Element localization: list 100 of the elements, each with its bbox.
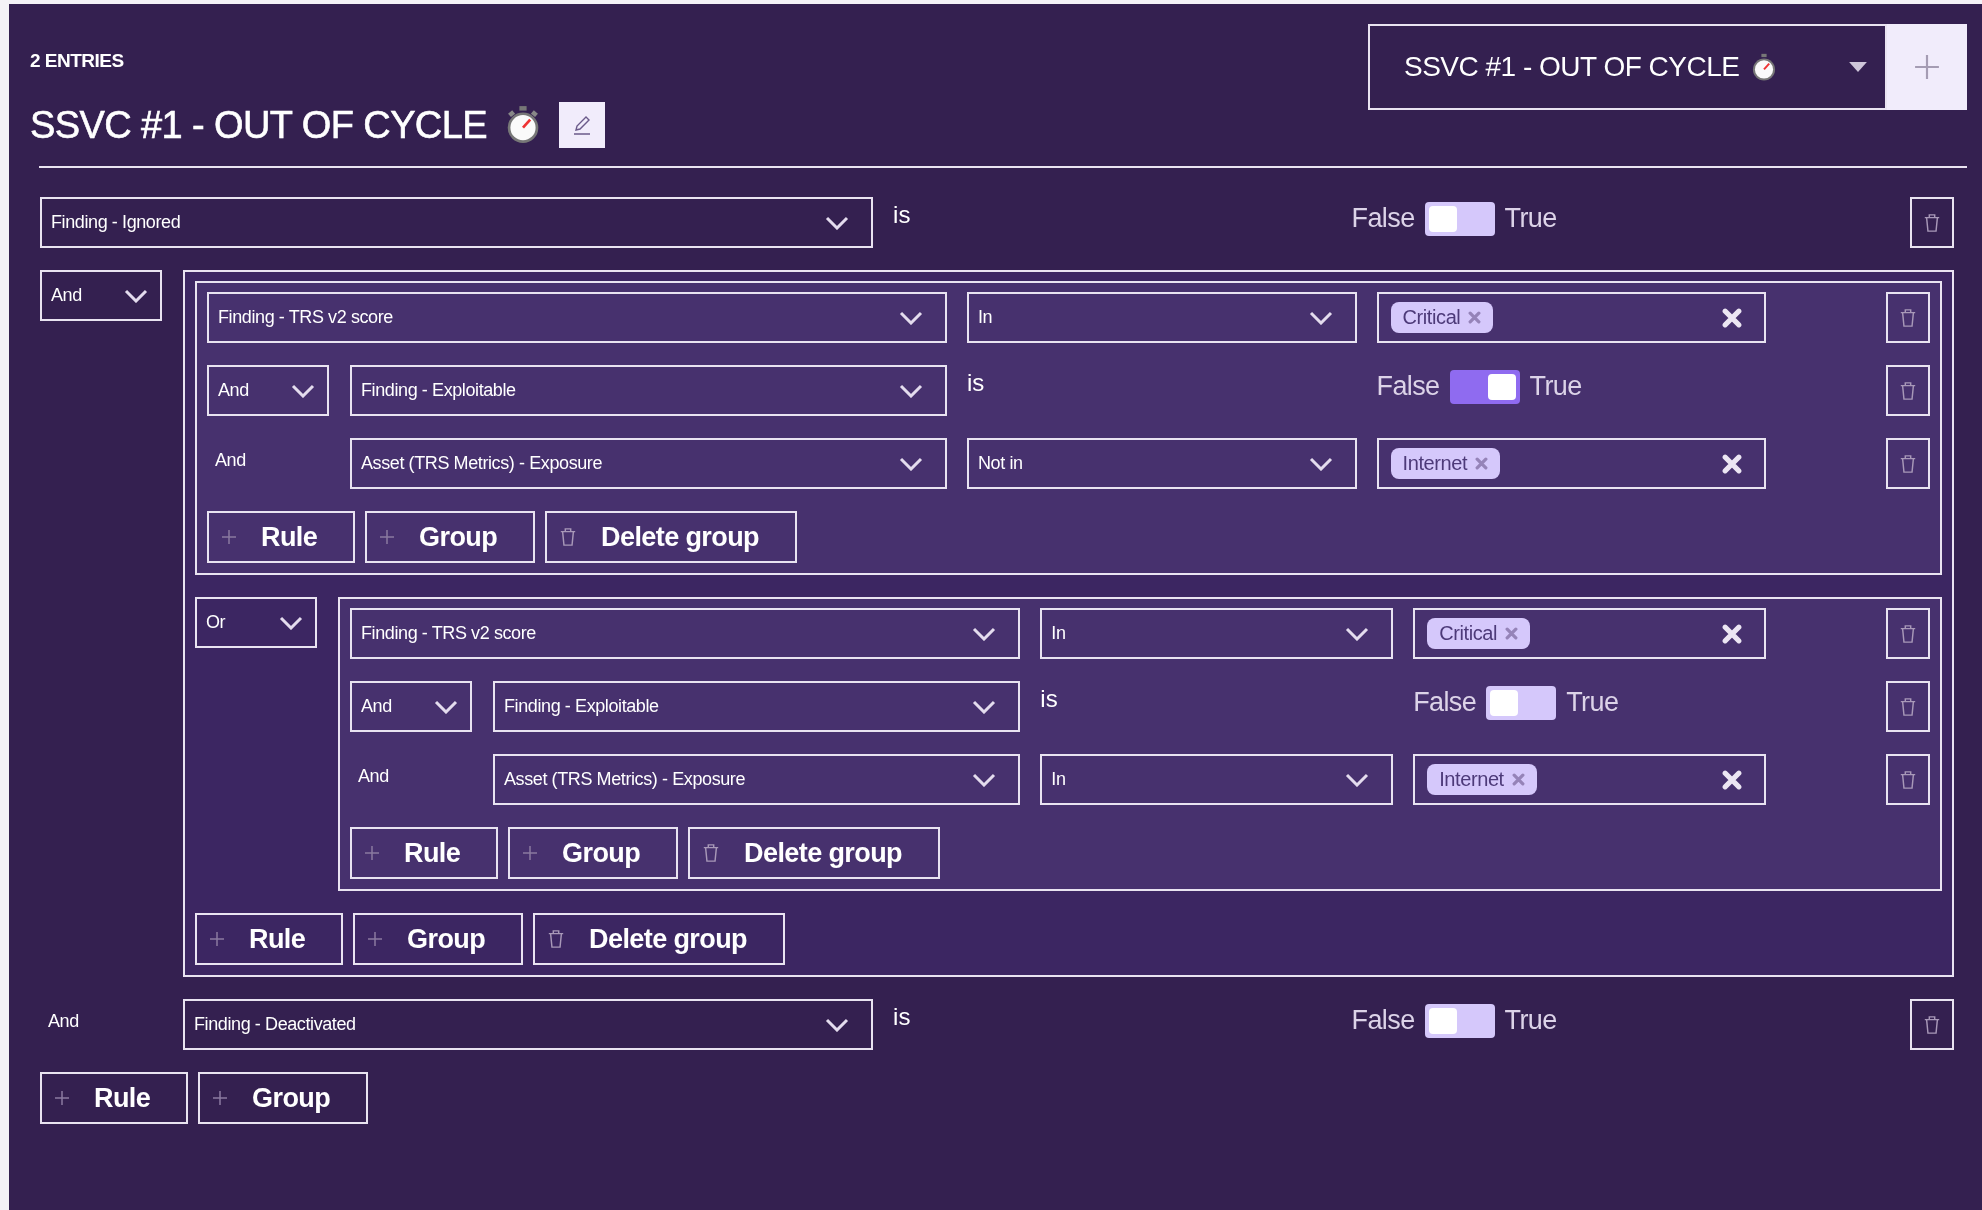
false-label: False (1351, 203, 1415, 234)
operator-label: is (1040, 685, 1058, 713)
value-select[interactable]: Critical (1376, 292, 1766, 343)
add-button[interactable]: Rule (350, 827, 499, 879)
field-select[interactable]: Asset (TRS Metrics) - Exposure (493, 754, 1021, 805)
add-button[interactable]: Rule (195, 913, 344, 965)
true-label: True (1504, 203, 1557, 234)
value-select[interactable]: Internet (1376, 438, 1766, 489)
clear-icon[interactable] (1721, 769, 1742, 790)
trash-icon (1923, 1014, 1941, 1035)
operator-select[interactable]: In (1040, 754, 1394, 805)
chevron-icon (825, 1017, 850, 1032)
operator-select[interactable]: Not in (967, 438, 1357, 489)
toggle-switch[interactable] (1424, 1003, 1495, 1038)
true-label: True (1529, 371, 1582, 402)
add-button[interactable]: Group (198, 1072, 369, 1124)
trash-icon (1898, 453, 1917, 474)
plus-icon (54, 1090, 70, 1106)
field-select[interactable]: Finding - TRS v2 score (207, 292, 947, 343)
trash-icon (1898, 380, 1917, 401)
clear-icon[interactable] (1721, 453, 1742, 474)
delete-rule-button[interactable] (1885, 754, 1930, 805)
add-button[interactable]: Rule (207, 511, 356, 563)
chevron-icon (279, 615, 303, 630)
false-label: False (1413, 687, 1477, 718)
field-select[interactable]: Finding - Ignored (40, 197, 874, 248)
operator-label: is (893, 201, 911, 229)
chevron-icon (1308, 310, 1333, 325)
trash-icon (1898, 623, 1917, 644)
combinator-select[interactable]: Or (195, 597, 317, 648)
value-tag: Critical (1427, 618, 1531, 649)
chevron-icon (972, 772, 997, 787)
value-tag: Internet (1390, 448, 1501, 479)
trash-icon (1898, 696, 1917, 717)
field-select[interactable]: Asset (TRS Metrics) - Exposure (350, 438, 947, 489)
trash-icon (547, 929, 566, 949)
clear-icon[interactable] (1721, 307, 1742, 328)
chevron-icon (1345, 772, 1370, 787)
true-label: True (1504, 1005, 1557, 1036)
chevron-icon (825, 215, 850, 230)
delete-group-button[interactable]: Delete group (545, 511, 797, 563)
combinator-select[interactable]: And (350, 681, 472, 732)
page-title: SSVC #1 - OUT OF CYCLE (30, 103, 487, 147)
chevron-icon (124, 288, 148, 303)
delete-rule-button[interactable] (1885, 681, 1930, 732)
operator-label: is (967, 369, 985, 397)
chevron-icon (972, 699, 997, 714)
operator-label: is (893, 1003, 911, 1031)
add-button[interactable]: Group (365, 511, 536, 563)
combinator-select[interactable]: And (40, 270, 162, 321)
delete-rule-button[interactable] (1910, 197, 1954, 248)
operator-select[interactable]: In (967, 292, 1357, 343)
plus-icon (212, 1090, 229, 1106)
operator-select[interactable]: In (1040, 608, 1394, 659)
delete-rule-button[interactable] (1885, 365, 1930, 416)
delete-group-button[interactable]: Delete group (533, 913, 785, 965)
chevron-icon (434, 699, 458, 714)
add-button[interactable]: Group (508, 827, 679, 879)
chevron-icon (899, 383, 923, 398)
toggle-switch[interactable] (1449, 369, 1520, 404)
value-select[interactable]: Internet (1413, 754, 1766, 805)
value-select[interactable]: Critical (1413, 608, 1766, 659)
delete-rule-button[interactable] (1885, 438, 1930, 489)
field-select[interactable]: Finding - Deactivated (183, 999, 874, 1050)
plus-icon (379, 529, 396, 545)
trash-icon (1898, 307, 1917, 328)
delete-group-button[interactable]: Delete group (688, 827, 940, 879)
plus-icon (364, 845, 380, 861)
clear-icon[interactable] (1721, 623, 1742, 644)
edit-button[interactable] (559, 102, 605, 148)
toggle-switch[interactable] (1424, 201, 1495, 236)
add-button[interactable]: Rule (40, 1072, 189, 1124)
stopwatch-icon (505, 105, 541, 145)
value-tag: Internet (1427, 764, 1537, 795)
combinator-label: And (214, 449, 246, 471)
plus-icon (522, 845, 539, 861)
field-select[interactable]: Finding - TRS v2 score (350, 608, 1021, 659)
plus-icon (209, 931, 225, 947)
plus-icon (367, 931, 384, 947)
chevron-icon (899, 310, 923, 325)
field-select[interactable]: Finding - Exploitable (493, 681, 1021, 732)
stopwatch-icon (1751, 52, 1778, 82)
trash-icon (1898, 769, 1917, 790)
plus-icon (1914, 54, 1940, 80)
chevron-icon (972, 626, 997, 641)
trash-icon (702, 843, 721, 863)
chevron-icon (1345, 626, 1370, 641)
entry-select[interactable]: SSVC #1 - OUT OF CYCLE (1368, 24, 1887, 110)
trash-icon (1923, 212, 1941, 233)
true-label: True (1566, 687, 1619, 718)
delete-rule-button[interactable] (1885, 608, 1930, 659)
toggle-switch[interactable] (1486, 685, 1557, 720)
add-button[interactable]: Group (353, 913, 524, 965)
field-select[interactable]: Finding - Exploitable (350, 365, 947, 416)
delete-rule-button[interactable] (1885, 292, 1930, 343)
chevron-icon (291, 383, 315, 398)
combinator-label: And (357, 765, 389, 787)
delete-rule-button[interactable] (1910, 999, 1954, 1050)
combinator-select[interactable]: And (207, 365, 329, 416)
plus-icon (221, 529, 237, 545)
